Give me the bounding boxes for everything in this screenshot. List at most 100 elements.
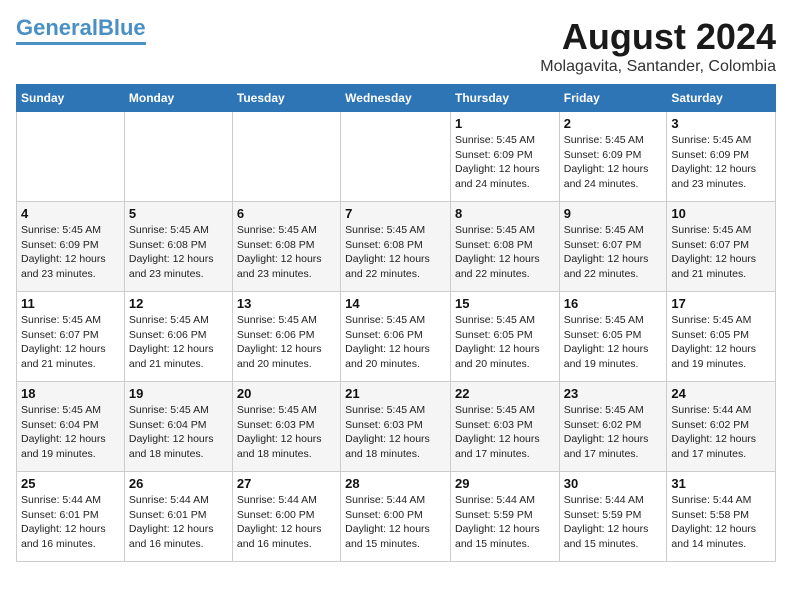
day-number: 26: [129, 476, 228, 491]
calendar-cell: [341, 112, 451, 202]
calendar-cell: 1Sunrise: 5:45 AM Sunset: 6:09 PM Daylig…: [450, 112, 559, 202]
day-info: Sunrise: 5:45 AM Sunset: 6:08 PM Dayligh…: [455, 223, 555, 282]
day-number: 2: [564, 116, 663, 131]
day-number: 9: [564, 206, 663, 221]
calendar-cell: 17 Sunrise: 5:45 AM Sunset: 6:05 PM Dayli…: [667, 292, 776, 382]
day-number: 7: [345, 206, 446, 221]
day-info: Sunrise: 5:44 AM Sunset: 6:01 PM Dayligh…: [21, 493, 120, 552]
day-number: 6: [237, 206, 336, 221]
calendar-cell: 25Sunrise: 5:44 AM Sunset: 6:01 PM Dayli…: [17, 472, 125, 562]
day-number: 14: [345, 296, 446, 311]
day-info: Sunrise: 5:45 AM Sunset: 6:07 PM Dayligh…: [671, 223, 771, 282]
header-thursday: Thursday: [450, 85, 559, 112]
day-number: 24: [671, 386, 771, 401]
week-row: 25Sunrise: 5:44 AM Sunset: 6:01 PM Dayli…: [17, 472, 776, 562]
calendar-cell: 5 Sunrise: 5:45 AM Sunset: 6:08 PM Daylig…: [124, 202, 232, 292]
day-number: 21: [345, 386, 446, 401]
day-number: 17: [671, 296, 771, 311]
logo-blue: Blue: [98, 15, 146, 40]
day-number: 19: [129, 386, 228, 401]
day-info: Sunrise: 5:45 AM Sunset: 6:09 PM Dayligh…: [21, 223, 120, 282]
day-info: Sunrise: 5:45 AM Sunset: 6:09 PM Dayligh…: [455, 133, 555, 192]
header-monday: Monday: [124, 85, 232, 112]
calendar-cell: 31 Sunrise: 5:44 AM Sunset: 5:58 PM Dayli…: [667, 472, 776, 562]
day-number: 27: [237, 476, 336, 491]
day-info: Sunrise: 5:45 AM Sunset: 6:04 PM Dayligh…: [21, 403, 120, 462]
calendar-cell: 15 Sunrise: 5:45 AM Sunset: 6:05 PM Dayli…: [450, 292, 559, 382]
title-area: August 2024 Molagavita, Santander, Colom…: [540, 16, 776, 76]
day-info: Sunrise: 5:45 AM Sunset: 6:06 PM Dayligh…: [237, 313, 336, 372]
day-number: 13: [237, 296, 336, 311]
day-info: Sunrise: 5:45 AM Sunset: 6:03 PM Dayligh…: [345, 403, 446, 462]
day-number: 22: [455, 386, 555, 401]
calendar-cell: 14 Sunrise: 5:45 AM Sunset: 6:06 PM Dayli…: [341, 292, 451, 382]
day-number: 5: [129, 206, 228, 221]
calendar-cell: 30Sunrise: 5:44 AM Sunset: 5:59 PM Dayli…: [559, 472, 667, 562]
page-header: GeneralBlue August 2024 Molagavita, Sant…: [16, 16, 776, 76]
calendar-cell: 9Sunrise: 5:45 AM Sunset: 6:07 PM Daylig…: [559, 202, 667, 292]
calendar-cell: 24 Sunrise: 5:44 AM Sunset: 6:02 PM Dayli…: [667, 382, 776, 472]
calendar-table: SundayMondayTuesdayWednesdayThursdayFrid…: [16, 84, 776, 562]
day-number: 12: [129, 296, 228, 311]
calendar-cell: 19 Sunrise: 5:45 AM Sunset: 6:04 PM Dayli…: [124, 382, 232, 472]
day-info: Sunrise: 5:44 AM Sunset: 6:00 PM Dayligh…: [345, 493, 446, 552]
day-info: Sunrise: 5:45 AM Sunset: 6:02 PM Dayligh…: [564, 403, 663, 462]
day-number: 11: [21, 296, 120, 311]
day-info: Sunrise: 5:45 AM Sunset: 6:05 PM Dayligh…: [455, 313, 555, 372]
calendar-cell: 3 Sunrise: 5:45 AM Sunset: 6:09 PM Daylig…: [667, 112, 776, 202]
day-number: 31: [671, 476, 771, 491]
header-saturday: Saturday: [667, 85, 776, 112]
day-info: Sunrise: 5:45 AM Sunset: 6:08 PM Dayligh…: [345, 223, 446, 282]
calendar-cell: 29Sunrise: 5:44 AM Sunset: 5:59 PM Dayli…: [450, 472, 559, 562]
day-info: Sunrise: 5:44 AM Sunset: 6:00 PM Dayligh…: [237, 493, 336, 552]
calendar-subtitle: Molagavita, Santander, Colombia: [540, 58, 776, 76]
calendar-cell: 12Sunrise: 5:45 AM Sunset: 6:06 PM Dayli…: [124, 292, 232, 382]
logo-underline: [16, 42, 146, 45]
day-info: Sunrise: 5:45 AM Sunset: 6:03 PM Dayligh…: [237, 403, 336, 462]
day-info: Sunrise: 5:45 AM Sunset: 6:08 PM Dayligh…: [129, 223, 228, 282]
calendar-cell: 2 Sunrise: 5:45 AM Sunset: 6:09 PM Daylig…: [559, 112, 667, 202]
day-number: 8: [455, 206, 555, 221]
calendar-cell: 20 Sunrise: 5:45 AM Sunset: 6:03 PM Dayli…: [232, 382, 340, 472]
day-number: 10: [671, 206, 771, 221]
week-row: 18Sunrise: 5:45 AM Sunset: 6:04 PM Dayli…: [17, 382, 776, 472]
day-info: Sunrise: 5:45 AM Sunset: 6:09 PM Dayligh…: [671, 133, 771, 192]
day-info: Sunrise: 5:44 AM Sunset: 5:58 PM Dayligh…: [671, 493, 771, 552]
day-number: 23: [564, 386, 663, 401]
day-number: 3: [671, 116, 771, 131]
logo-general: General: [16, 15, 98, 40]
day-info: Sunrise: 5:44 AM Sunset: 6:01 PM Dayligh…: [129, 493, 228, 552]
calendar-cell: 8 Sunrise: 5:45 AM Sunset: 6:08 PM Daylig…: [450, 202, 559, 292]
calendar-cell: 6Sunrise: 5:45 AM Sunset: 6:08 PM Daylig…: [232, 202, 340, 292]
header-wednesday: Wednesday: [341, 85, 451, 112]
day-info: Sunrise: 5:44 AM Sunset: 6:02 PM Dayligh…: [671, 403, 771, 462]
day-number: 15: [455, 296, 555, 311]
calendar-cell: 22Sunrise: 5:45 AM Sunset: 6:03 PM Dayli…: [450, 382, 559, 472]
day-info: Sunrise: 5:45 AM Sunset: 6:07 PM Dayligh…: [21, 313, 120, 372]
calendar-title: August 2024: [540, 16, 776, 58]
header-tuesday: Tuesday: [232, 85, 340, 112]
week-row: 1Sunrise: 5:45 AM Sunset: 6:09 PM Daylig…: [17, 112, 776, 202]
day-number: 29: [455, 476, 555, 491]
calendar-cell: 27 Sunrise: 5:44 AM Sunset: 6:00 PM Dayli…: [232, 472, 340, 562]
week-row: 11 Sunrise: 5:45 AM Sunset: 6:07 PM Dayli…: [17, 292, 776, 382]
calendar-cell: 18Sunrise: 5:45 AM Sunset: 6:04 PM Dayli…: [17, 382, 125, 472]
day-info: Sunrise: 5:45 AM Sunset: 6:06 PM Dayligh…: [345, 313, 446, 372]
day-info: Sunrise: 5:45 AM Sunset: 6:04 PM Dayligh…: [129, 403, 228, 462]
calendar-body: 1Sunrise: 5:45 AM Sunset: 6:09 PM Daylig…: [17, 112, 776, 562]
logo: GeneralBlue: [16, 16, 146, 45]
logo-text: GeneralBlue: [16, 16, 146, 40]
header-sunday: Sunday: [17, 85, 125, 112]
calendar-cell: 23 Sunrise: 5:45 AM Sunset: 6:02 PM Dayli…: [559, 382, 667, 472]
calendar-cell: 4Sunrise: 5:45 AM Sunset: 6:09 PM Daylig…: [17, 202, 125, 292]
day-info: Sunrise: 5:45 AM Sunset: 6:05 PM Dayligh…: [671, 313, 771, 372]
day-info: Sunrise: 5:45 AM Sunset: 6:09 PM Dayligh…: [564, 133, 663, 192]
day-info: Sunrise: 5:45 AM Sunset: 6:05 PM Dayligh…: [564, 313, 663, 372]
day-number: 20: [237, 386, 336, 401]
calendar-cell: 26 Sunrise: 5:44 AM Sunset: 6:01 PM Dayli…: [124, 472, 232, 562]
calendar-cell: 13 Sunrise: 5:45 AM Sunset: 6:06 PM Dayli…: [232, 292, 340, 382]
calendar-header: SundayMondayTuesdayWednesdayThursdayFrid…: [17, 85, 776, 112]
calendar-cell: [232, 112, 340, 202]
calendar-cell: [17, 112, 125, 202]
day-info: Sunrise: 5:44 AM Sunset: 5:59 PM Dayligh…: [564, 493, 663, 552]
